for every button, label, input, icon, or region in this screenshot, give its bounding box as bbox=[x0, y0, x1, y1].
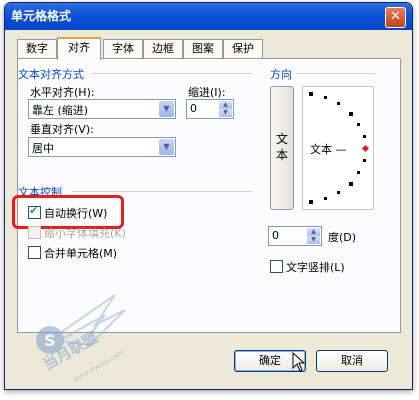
orientation-preview-text: 文本 — bbox=[310, 143, 347, 156]
orientation-tick bbox=[357, 171, 360, 174]
vertical-text-button[interactable]: 文本 bbox=[270, 86, 294, 210]
mouse-cursor-icon bbox=[292, 352, 306, 372]
orientation-tick bbox=[337, 191, 340, 194]
spin-down-icon[interactable]: ▼ bbox=[219, 109, 232, 117]
vertical-label: 垂直对齐(V): bbox=[30, 123, 94, 136]
vertical-text-checkbox[interactable] bbox=[270, 260, 283, 273]
spin-buttons[interactable]: ▲ ▼ bbox=[307, 228, 320, 244]
tab-font[interactable]: 字体 bbox=[103, 39, 143, 58]
tab-patterns[interactable]: 图案 bbox=[183, 39, 223, 58]
orientation-tick bbox=[309, 92, 313, 96]
orientation-tick bbox=[349, 182, 353, 186]
orientation-tick bbox=[324, 197, 327, 200]
orientation-tick bbox=[324, 96, 327, 99]
text-alignment-group-title: 文本对齐方式 bbox=[18, 68, 84, 81]
vertical-text-label: 文本 bbox=[275, 132, 288, 162]
merge-cells-checkbox[interactable] bbox=[28, 246, 41, 259]
shrink-to-fit-label: 缩小字体填充(K) bbox=[44, 227, 126, 240]
spin-down-icon[interactable]: ▼ bbox=[307, 236, 320, 244]
indent-label: 缩进(I): bbox=[188, 86, 226, 99]
orientation-tick bbox=[337, 102, 340, 105]
spin-buttons[interactable]: ▲ ▼ bbox=[219, 101, 232, 117]
degrees-label: 度(D) bbox=[328, 231, 357, 244]
tab-border[interactable]: 边框 bbox=[143, 39, 183, 58]
chevron-down-icon[interactable]: ▼ bbox=[159, 101, 174, 117]
spin-up-icon[interactable]: ▲ bbox=[307, 228, 320, 236]
orientation-tick bbox=[349, 112, 353, 116]
wrap-text-label[interactable]: 自动换行(W) bbox=[44, 205, 107, 221]
divider bbox=[296, 73, 376, 74]
orientation-tick bbox=[363, 159, 366, 162]
degrees-value: 0 bbox=[272, 229, 279, 242]
orientation-dial[interactable]: 文本 — bbox=[302, 86, 374, 210]
merge-cells-label[interactable]: 合并单元格(M) bbox=[44, 245, 117, 261]
shrink-to-fit-checkbox bbox=[28, 226, 41, 239]
indent-stepper[interactable]: 0 ▲ ▼ bbox=[186, 99, 234, 119]
spin-up-icon[interactable]: ▲ bbox=[219, 101, 232, 109]
tab-number[interactable]: 数字 bbox=[17, 39, 57, 58]
divider bbox=[92, 73, 252, 74]
title-bar: 单元格格式 ✕ bbox=[5, 3, 412, 30]
divider bbox=[72, 191, 252, 192]
orientation-tick bbox=[363, 135, 366, 138]
indent-value: 0 bbox=[190, 102, 197, 115]
vertical-text-checkbox-label[interactable]: 文字竖排(L) bbox=[286, 259, 345, 275]
close-button[interactable]: ✕ bbox=[385, 7, 406, 28]
orientation-pointer[interactable] bbox=[361, 144, 370, 153]
vertical-alignment-select[interactable]: 居中 ▼ bbox=[28, 137, 176, 157]
chevron-down-icon[interactable]: ▼ bbox=[159, 139, 174, 155]
orientation-tick bbox=[309, 200, 313, 204]
wrap-text-checkbox[interactable] bbox=[28, 204, 41, 219]
vertical-alignment-value: 居中 bbox=[32, 142, 54, 155]
orientation-tick bbox=[357, 123, 360, 126]
dialog-title: 单元格格式 bbox=[11, 9, 72, 23]
tab-protection[interactable]: 保护 bbox=[223, 39, 263, 58]
horizontal-alignment-value: 靠左 (缩进) bbox=[32, 104, 89, 117]
cancel-button[interactable]: 取消 bbox=[316, 350, 388, 372]
orientation-group-title: 方向 bbox=[270, 68, 292, 81]
tab-alignment[interactable]: 对齐 bbox=[57, 37, 101, 60]
degrees-stepper[interactable]: 0 ▲ ▼ bbox=[268, 226, 322, 246]
horizontal-alignment-select[interactable]: 靠左 (缩进) ▼ bbox=[28, 99, 176, 119]
horizontal-label: 水平对齐(H): bbox=[30, 86, 95, 99]
